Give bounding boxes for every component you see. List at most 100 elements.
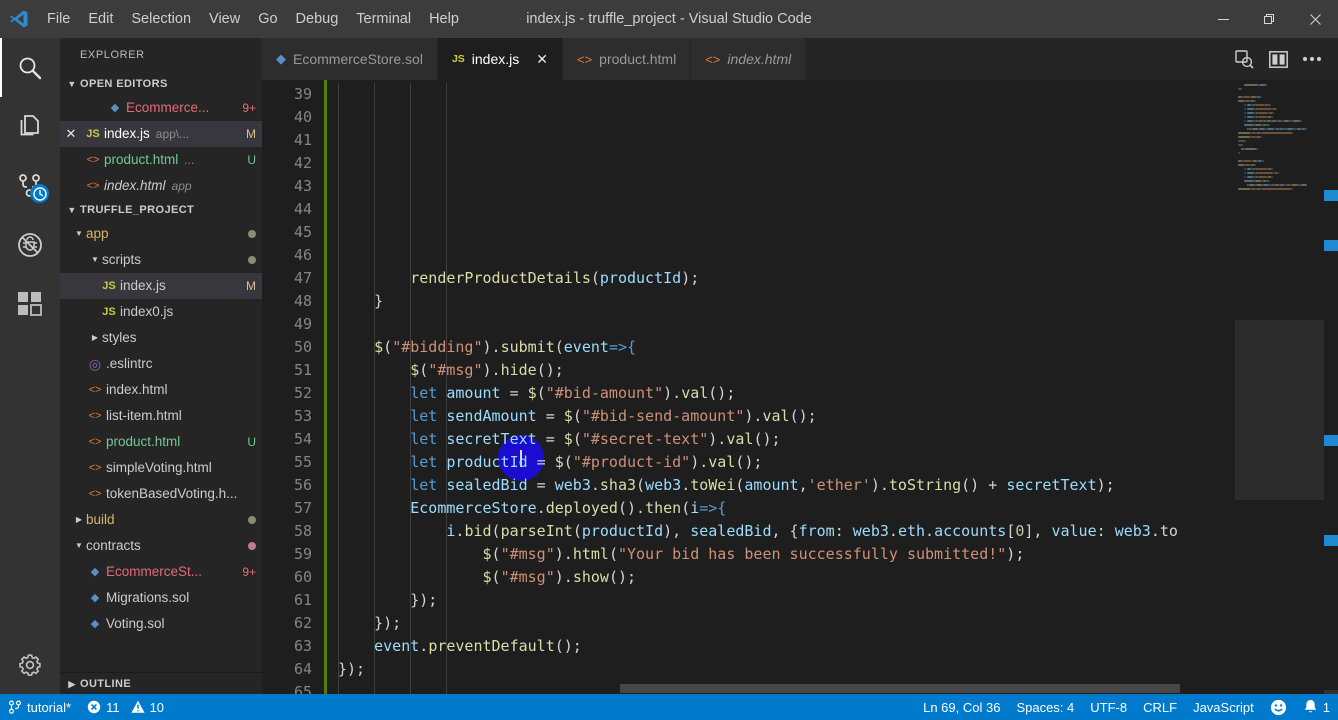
tree-item-eslintrc[interactable]: ◎ .eslintrc <box>60 351 262 377</box>
tree-item-product-html[interactable]: <> product.html U <box>60 429 262 455</box>
code-line[interactable]: }); <box>338 612 1235 635</box>
cursor-position-status[interactable]: Ln 69, Col 36 <box>915 694 1008 720</box>
tree-item-list-item-html[interactable]: <> list-item.html <box>60 403 262 429</box>
activitybar-search[interactable] <box>0 38 60 97</box>
indentation-status[interactable]: Spaces: 4 <box>1008 694 1082 720</box>
code-content[interactable]: renderProductDetails(productId); } $("#b… <box>327 80 1235 694</box>
overview-mark <box>1324 190 1338 201</box>
code-line[interactable]: let secretText = $("#secret-text").val()… <box>338 428 1235 451</box>
tree-item-styles[interactable]: ▶ styles <box>60 325 262 351</box>
tab-bar[interactable]: ◆ EcommerceStore.sol JS index.js ✕ <> pr… <box>262 38 1338 80</box>
tab-product-html[interactable]: <> product.html <box>562 38 692 80</box>
branch-status[interactable]: tutorial* <box>0 694 79 720</box>
code-line[interactable]: }); <box>338 658 1235 681</box>
code-token: . <box>419 637 429 655</box>
code-token: , { <box>771 522 799 540</box>
status-bar[interactable]: tutorial* 11 10 Ln 69, Col 36 Spaces: 4 … <box>0 694 1338 720</box>
code-line[interactable]: }); <box>338 589 1235 612</box>
tree-item-ecommercestore-sol[interactable]: ◆ EcommerceSt... 9+ <box>60 559 262 585</box>
horizontal-scrollbar[interactable] <box>592 683 1235 694</box>
code-line[interactable]: let sealedBid = web3.sha3(web3.toWei(amo… <box>338 474 1235 497</box>
tree-item-scripts[interactable]: ▼ scripts <box>60 247 262 273</box>
tab-index-html[interactable]: <> index.html <box>691 38 807 80</box>
tree-item-contracts[interactable]: ▼ contracts <box>60 533 262 559</box>
tree-item-index-html[interactable]: <> index.html <box>60 377 262 403</box>
notifications-status[interactable]: 1 <box>1295 694 1338 720</box>
activitybar-explorer[interactable] <box>0 97 60 156</box>
close-icon[interactable]: ✕ <box>60 121 82 147</box>
workbench: EXPLORER ▼ OPEN EDITORS ◆ Ecommerce... 9… <box>0 38 1338 694</box>
split-editor-button[interactable] <box>1262 38 1294 80</box>
tree-item-voting-sol[interactable]: ◆ Voting.sol <box>60 611 262 637</box>
code-line[interactable]: } <box>338 290 1235 313</box>
code-line[interactable]: let sendAmount = $("#bid-send-amount").v… <box>338 405 1235 428</box>
section-outline[interactable]: ▶ OUTLINE <box>60 672 262 694</box>
more-actions-button[interactable] <box>1296 38 1328 80</box>
activitybar-extensions[interactable] <box>0 274 60 333</box>
title-bar: File Edit Selection View Go Debug Termin… <box>0 0 1338 38</box>
tab-ecommercestore-sol[interactable]: ◆ EcommerceStore.sol <box>262 38 438 80</box>
tree-item-app[interactable]: ▼ app <box>60 221 262 247</box>
feedback-status[interactable] <box>1262 694 1295 720</box>
overview-ruler[interactable] <box>1324 80 1338 694</box>
menu-edit[interactable]: Edit <box>79 0 122 38</box>
error-count: 11 <box>106 699 120 715</box>
editor-body[interactable]: 39 40 41 42 43 44 45 46 47 48 49 50 51 52 53 54 55 56 57 58… <box>262 80 1338 694</box>
tree-item-build[interactable]: ▶ build <box>60 507 262 533</box>
minimap-slider[interactable] <box>1235 320 1324 500</box>
bell-icon <box>1304 700 1316 713</box>
code-line[interactable]: renderProductDetails(productId); <box>338 267 1235 290</box>
menu-file[interactable]: File <box>38 0 79 38</box>
code-line[interactable]: $("#msg").show(); <box>338 566 1235 589</box>
overview-slider[interactable] <box>1324 690 1338 694</box>
code-line[interactable]: $("#bidding").submit(event=>{ <box>338 336 1235 359</box>
code-line[interactable]: let amount = $("#bid-amount").val(); <box>338 382 1235 405</box>
tab-bar-actions[interactable] <box>1228 38 1338 80</box>
open-editor-row[interactable]: <> index.html app <box>60 173 262 199</box>
section-open-editors[interactable]: ▼ OPEN EDITORS <box>60 73 262 95</box>
open-editor-row[interactable]: ◆ Ecommerce... 9+ <box>60 95 262 121</box>
maximize-button[interactable] <box>1246 0 1292 38</box>
code-line[interactable]: $("#msg").hide(); <box>338 359 1235 382</box>
language-mode-status[interactable]: JavaScript <box>1185 694 1262 720</box>
minimize-button[interactable] <box>1200 0 1246 38</box>
activitybar-debug[interactable] <box>0 215 60 274</box>
code-line[interactable]: EcommerceStore.deployed().then(i=>{ <box>338 497 1235 520</box>
tree-item-tokenbasedvoting-html[interactable]: <> tokenBasedVoting.h... <box>60 481 262 507</box>
menu-terminal[interactable]: Terminal <box>347 0 420 38</box>
status-bar-right[interactable]: Ln 69, Col 36 Spaces: 4 UTF-8 CRLF JavaS… <box>915 694 1338 720</box>
code-line[interactable]: let productId = $("#product-id").val(); <box>338 451 1235 474</box>
code-token: }); <box>338 614 402 632</box>
open-editor-row[interactable]: ✕ JS index.js app\... M <box>60 121 262 147</box>
code-line[interactable]: event.preventDefault(); <box>338 635 1235 658</box>
open-editor-row[interactable]: <> product.html ... U <box>60 147 262 173</box>
menu-go[interactable]: Go <box>249 0 286 38</box>
horizontal-scrollbar-thumb[interactable] <box>620 684 1180 693</box>
menu-view[interactable]: View <box>200 0 249 38</box>
tab-index-js[interactable]: JS index.js ✕ <box>437 38 563 80</box>
code-line[interactable]: $("#msg").html("Your bid has been succes… <box>338 543 1235 566</box>
menu-bar[interactable]: File Edit Selection View Go Debug Termin… <box>38 0 468 38</box>
menu-help[interactable]: Help <box>420 0 468 38</box>
menu-debug[interactable]: Debug <box>287 0 348 38</box>
tab-close-icon[interactable]: ✕ <box>536 51 548 68</box>
code-line[interactable] <box>338 313 1235 336</box>
menu-selection[interactable]: Selection <box>122 0 200 38</box>
tree-item-index-js[interactable]: JS index.js M <box>60 273 262 299</box>
activity-bar[interactable] <box>0 38 60 694</box>
problems-status[interactable]: 11 10 <box>79 694 172 720</box>
code-line[interactable]: i.bid(parseInt(productId), sealedBid, {f… <box>338 520 1235 543</box>
minimap[interactable] <box>1235 80 1338 694</box>
section-truffle-project[interactable]: ▼ TRUFFLE_PROJECT <box>60 199 262 221</box>
code-scroll[interactable]: 39 40 41 42 43 44 45 46 47 48 49 50 51 52 53 54 55 56 57 58… <box>262 80 1235 694</box>
activitybar-settings[interactable] <box>0 635 60 694</box>
open-changes-button[interactable] <box>1228 38 1260 80</box>
encoding-status[interactable]: UTF-8 <box>1082 694 1135 720</box>
eol-status[interactable]: CRLF <box>1135 694 1185 720</box>
tree-item-migrations-sol[interactable]: ◆ Migrations.sol <box>60 585 262 611</box>
close-button[interactable] <box>1292 0 1338 38</box>
activitybar-source-control[interactable] <box>0 156 60 215</box>
window-controls[interactable] <box>1200 0 1338 38</box>
tree-item-index0-js[interactable]: JS index0.js <box>60 299 262 325</box>
tree-item-simplevoting-html[interactable]: <> simpleVoting.html <box>60 455 262 481</box>
